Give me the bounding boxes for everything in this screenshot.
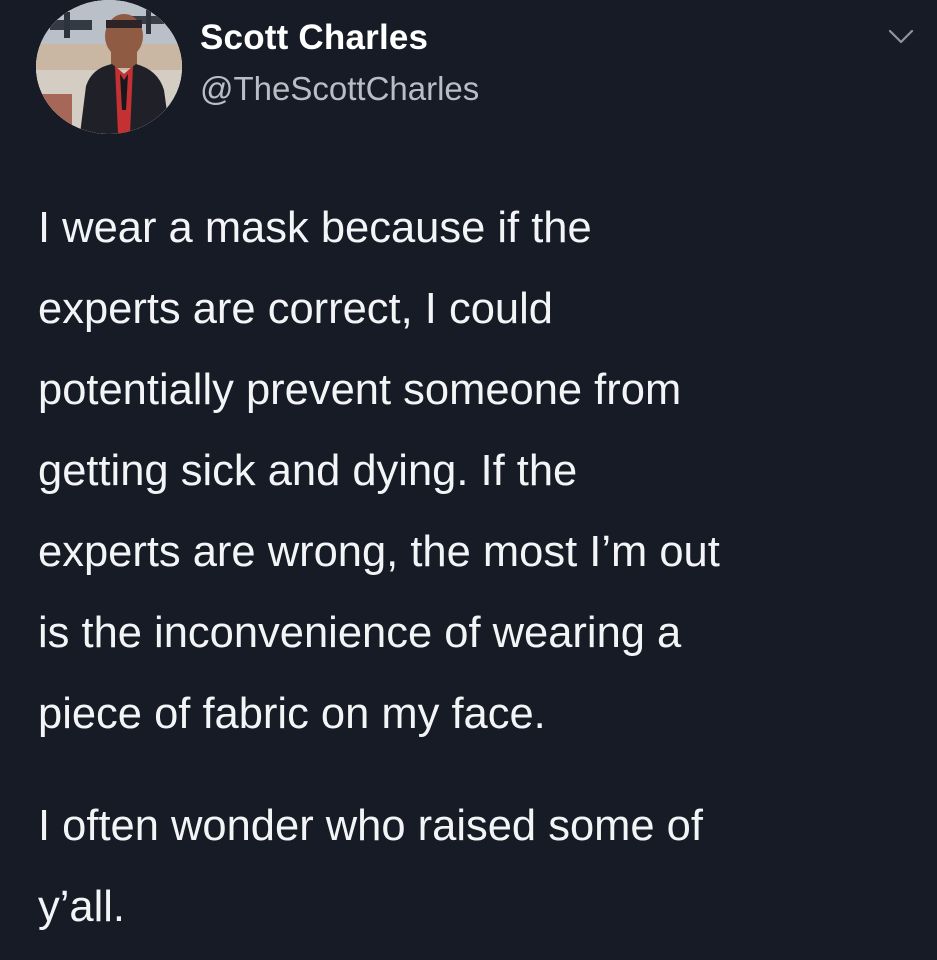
avatar[interactable] xyxy=(36,0,182,134)
tweet-line: getting sick and dying. If the xyxy=(38,447,578,495)
chevron-down-icon[interactable] xyxy=(886,24,916,48)
tweet-line: is the inconvenience of wearing a xyxy=(38,609,682,657)
tweet-text-second-paragraph: I often wonder who raised some of y’all. xyxy=(38,786,918,948)
tweet-line: potentially prevent someone from xyxy=(38,366,682,414)
tweet-line: piece of fabric on my face. xyxy=(38,690,546,738)
tweet-text: I wear a mask because if the experts are… xyxy=(38,188,918,755)
avatar-image xyxy=(36,0,182,134)
tweet-line: y’all. xyxy=(38,883,126,931)
display-name[interactable]: Scott Charles xyxy=(200,18,428,58)
tweet-line: I wear a mask because if the xyxy=(38,204,592,252)
user-handle[interactable]: @TheScottCharles xyxy=(200,70,479,108)
tweet-line: I often wonder who raised some of xyxy=(38,802,703,850)
tweet-header: Scott Charles @TheScottCharles xyxy=(36,0,916,140)
tweet-card: Scott Charles @TheScottCharles I wear a … xyxy=(0,0,937,960)
tweet-line: experts are wrong, the most I’m out xyxy=(38,528,720,576)
tweet-line: experts are correct, I could xyxy=(38,285,553,333)
